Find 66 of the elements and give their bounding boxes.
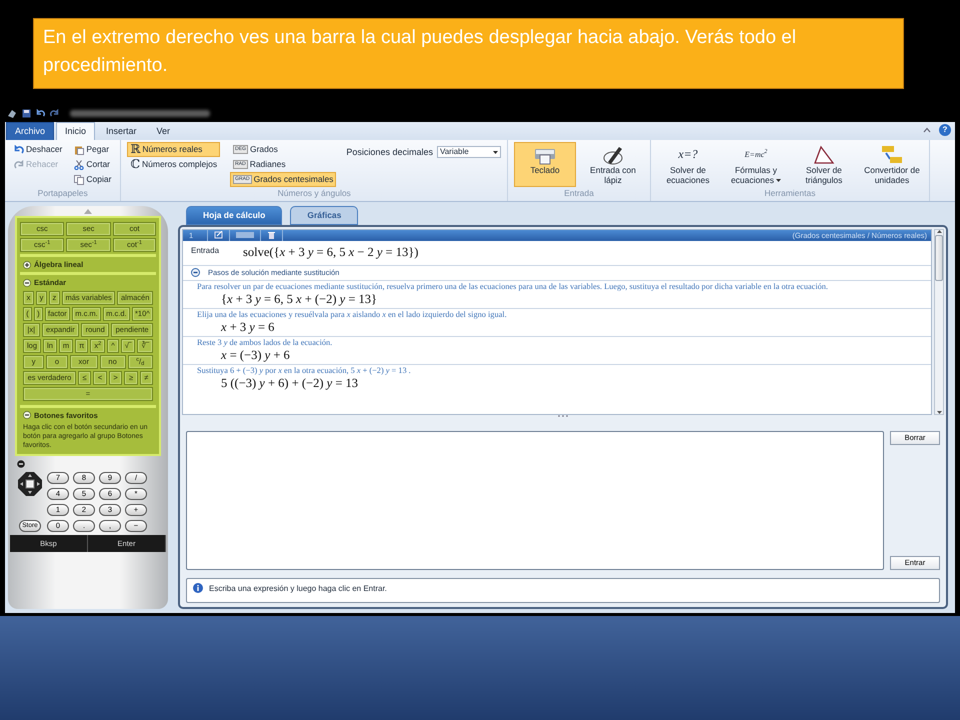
- save-icon: [22, 109, 31, 118]
- entry-expression: solve({x + 3 y = 6, 5 x − 2 y = 13}): [243, 244, 418, 261]
- scroll-down-icon: [936, 410, 942, 414]
- number-set-icon: ℂ: [130, 159, 140, 170]
- step-equation: {x + 3 y = 6, 5 x + (−2) y = 13}: [220, 292, 378, 306]
- formula-icon: x=?: [678, 144, 698, 166]
- ribbon-group-title: Entrada: [563, 187, 595, 200]
- app-icon: [7, 108, 17, 118]
- splitter-grip-icon: [558, 414, 568, 417]
- step-description: Para resolver un par de ecuaciones mediante sustitución, resuelva primero una de las ecuaciones para una de las variables. Luego, sustituya el resultado por dicha variable en la otra ecuación.: [197, 282, 830, 292]
- redo-icon: [14, 160, 24, 170]
- step-description: Sustituya 6 + (−3) y por x en la otra ecuación, 5 x + (−2) y = 13 .: [197, 366, 412, 376]
- ribbon-button[interactable]: Cortar: [71, 157, 114, 172]
- ribbon-button[interactable]: Copiar: [71, 172, 114, 187]
- ribbon-tab[interactable]: Insertar: [97, 122, 146, 140]
- edit-icon: [214, 231, 224, 240]
- ribbon-button[interactable]: Pegar: [71, 142, 114, 157]
- collapse-ribbon-icon: [923, 127, 931, 133]
- number-system-option[interactable]: ℝ Números reales: [127, 142, 220, 157]
- help-button[interactable]: ?: [939, 124, 951, 136]
- caret-icon: [492, 150, 498, 154]
- pen-icon: [602, 144, 624, 166]
- step-equation: x + 3 y = 6: [220, 320, 276, 334]
- decimal-places-dropdown[interactable]: Variable: [436, 146, 501, 158]
- expression-input-field[interactable]: [186, 430, 884, 570]
- status-message: Escriba una expresión y luego haga clic en Entrar.: [209, 583, 387, 595]
- scroll-up-icon: [84, 209, 92, 214]
- info-icon: [193, 583, 203, 593]
- instruction-callout: En el extremo derecho ves una barra la cual puedes desplegar hacia abajo. Verás todo el procedimiento.: [33, 18, 904, 89]
- scissors-icon: [74, 160, 84, 170]
- ribbon-button[interactable]: Deshacer: [11, 142, 66, 157]
- direction-pad-icon: [18, 472, 42, 496]
- decimal-places-label: Posiciones decimales: [346, 146, 433, 159]
- formula-icon: E=mc$^{2}$: [744, 144, 768, 166]
- step-description: Elija una de las ecuaciones y resuélvala para x aislando x en el lado izquierdo del signo igual.: [197, 310, 508, 320]
- undo-icon: [36, 109, 45, 118]
- step-equation: x = (−3) y + 6: [220, 348, 291, 362]
- ribbon-button[interactable]: Teclado: [514, 142, 576, 188]
- trash-icon: [267, 231, 276, 240]
- ribbon-button[interactable]: Convertidor de unidades: [860, 142, 923, 188]
- ribbon-button[interactable]: E=mc$^{2}$ Fórmulas y ecuaciones: [724, 142, 787, 188]
- ribbon-button[interactable]: x=? Solver de ecuaciones: [656, 142, 719, 188]
- ribbon-button[interactable]: Entrada con lápiz: [582, 142, 644, 188]
- ribbon-group-title: Herramientas: [763, 187, 816, 200]
- entry-label: Entrada: [191, 244, 220, 257]
- clipboard-icon: [74, 144, 84, 154]
- worksheet-tab[interactable]: Gráficas: [290, 206, 358, 225]
- ribbon-tab[interactable]: Archivo: [6, 122, 54, 140]
- ribbon-tab[interactable]: Ver: [148, 122, 180, 140]
- collapse-icon: [17, 460, 25, 468]
- ribbon-button[interactable]: Solver de triángulos: [792, 142, 855, 188]
- scrollbar-thumb[interactable]: [935, 234, 943, 281]
- worksheet-tab[interactable]: Hoja de cálculo: [186, 206, 282, 225]
- ribbon-tab[interactable]: Inicio: [56, 122, 96, 140]
- undo-icon: [14, 144, 24, 154]
- copy-icon: [74, 174, 84, 184]
- step-description: Reste 3 y de ambos lados de la ecuación.: [197, 338, 334, 348]
- number-system-option[interactable]: ℂ Números complejos: [127, 157, 220, 172]
- ribbon-group-title: Portapapeles: [36, 187, 89, 200]
- ribbon-group-title: Números y ángulos: [276, 187, 352, 200]
- ruler-icon: [880, 144, 903, 166]
- number-set-icon: ℝ: [130, 144, 140, 155]
- redo-icon: [50, 109, 59, 118]
- triangle-icon: [812, 144, 835, 166]
- scrollbar[interactable]: [934, 228, 944, 415]
- step-equation: 5 ((−3) y + 6) + (−2) y = 13: [220, 376, 359, 390]
